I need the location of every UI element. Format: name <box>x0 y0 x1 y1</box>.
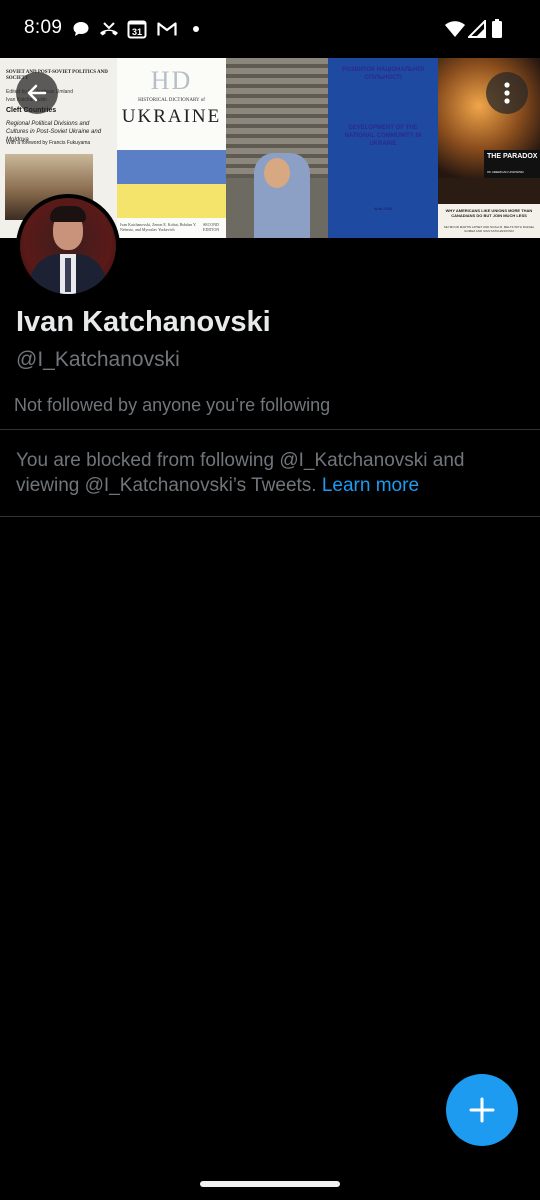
divider <box>0 429 540 430</box>
chat-bubble-icon <box>72 18 90 40</box>
book-text-top: РОЗВИТОК НАЦІОНАЛЬНОЇ СПІЛЬНОСТІ <box>342 67 424 81</box>
status-bar: 8:09 31 <box>0 0 540 58</box>
person-face <box>264 158 290 188</box>
more-options-button[interactable] <box>486 72 528 114</box>
calendar-day: 31 <box>131 27 142 37</box>
compose-tweet-button[interactable] <box>446 1074 518 1146</box>
profile-name: Ivan Katchanovski <box>16 306 271 338</box>
plus-icon <box>469 1097 495 1123</box>
book-text-mid: DEVELOPMENT OF THE NATIONAL COMMUNITY IN… <box>344 125 422 147</box>
blocked-notice: You are blocked from following @I_Katcha… <box>16 448 516 498</box>
banner-photo-parliament <box>226 58 328 238</box>
avatar-hair <box>50 206 86 222</box>
book-authors: Ivan Katchanovski, Zenon E. Kohut, Bohda… <box>120 222 197 232</box>
dot-icon <box>192 18 200 40</box>
book-text-bottom: Київ 2006 <box>374 206 392 211</box>
book-series: HISTORICAL DICTIONARY of <box>138 98 205 103</box>
banner-book-blue: РОЗВИТОК НАЦІОНАЛЬНОЇ СПІЛЬНОСТІ DEVELOP… <box>328 58 438 238</box>
flag-yellow-stripe <box>117 184 226 218</box>
profile-handle: @I_Katchanovski <box>16 348 180 371</box>
arrow-left-icon <box>27 84 47 102</box>
more-vertical-icon <box>504 82 510 104</box>
avatar-tie <box>65 258 71 292</box>
book-title: UKRAINE <box>121 106 222 127</box>
book-edition: SECOND EDITION <box>203 222 220 232</box>
avatar[interactable] <box>16 194 120 298</box>
wifi-icon <box>444 18 466 40</box>
flag-blue-stripe <box>117 150 226 184</box>
gmail-icon <box>157 18 177 40</box>
divider <box>0 516 540 517</box>
banner-book-historical-dictionary: HD HISTORICAL DICTIONARY of UKRAINE Ivan… <box>117 58 226 238</box>
book-title: THE PARADOX <box>487 153 538 160</box>
signal-icon <box>468 18 486 40</box>
book-authors: SEYMOUR MARTIN LIPSET AND NOAH M. MELTZ … <box>443 225 535 233</box>
home-gesture-bar[interactable] <box>200 1181 340 1187</box>
book-logo: HD <box>150 66 193 95</box>
followers-you-know[interactable]: Not followed by anyone you’re following <box>14 395 330 416</box>
back-button[interactable] <box>16 72 58 114</box>
book-subtitle: OF AMERICAN UNIONISM <box>487 170 524 174</box>
battery-icon <box>491 18 503 40</box>
learn-more-link[interactable]: Learn more <box>322 475 419 496</box>
status-time: 8:09 <box>24 17 63 38</box>
book-tagline: WHY AMERICANS LIKE UNIONS MORE THAN CANA… <box>445 208 533 218</box>
book-foreword: With a foreword by Francis Fukuyama <box>6 140 91 146</box>
missed-call-icon <box>98 18 120 40</box>
